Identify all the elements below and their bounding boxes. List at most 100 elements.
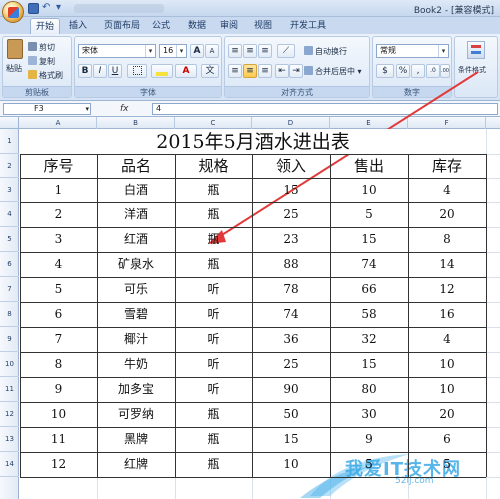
table-cell[interactable]: 听 — [175, 352, 252, 377]
table-cell[interactable]: 5 — [408, 452, 486, 477]
table-header-cell[interactable]: 规格 — [175, 154, 252, 178]
merge-center-button[interactable]: 合并后居中 ▾ — [303, 64, 363, 78]
table-cell[interactable]: 50 — [252, 402, 330, 427]
column-header-a[interactable]: A — [20, 117, 97, 129]
align-top-icon[interactable]: ≡ — [228, 44, 242, 58]
table-cell[interactable]: 11 — [20, 427, 97, 452]
table-cell[interactable]: 10 — [330, 178, 408, 202]
table-cell[interactable]: 30 — [330, 402, 408, 427]
format-painter-button[interactable]: 格式刷 — [27, 68, 64, 82]
grow-font-button[interactable]: A — [190, 44, 204, 58]
align-right-icon[interactable]: ≡ — [258, 64, 272, 78]
table-cell[interactable]: 32 — [330, 327, 408, 352]
row-header-12[interactable]: 12 — [0, 402, 19, 427]
table-cell[interactable]: 14 — [408, 252, 486, 277]
table-cell[interactable]: 15 — [252, 427, 330, 452]
table-cell[interactable]: 66 — [330, 277, 408, 302]
table-cell[interactable]: 5 — [330, 452, 408, 477]
redo-icon[interactable]: ▾ — [56, 3, 67, 14]
column-header-f[interactable]: F — [408, 117, 486, 129]
table-cell[interactable]: 4 — [408, 178, 486, 202]
table-cell[interactable]: 23 — [252, 227, 330, 252]
table-cell[interactable]: 瓶 — [175, 427, 252, 452]
row-header-8[interactable]: 8 — [0, 302, 19, 327]
table-cell[interactable]: 听 — [175, 302, 252, 327]
tab-insert[interactable]: 插入 — [64, 18, 92, 34]
table-cell[interactable]: 16 — [408, 302, 486, 327]
table-cell[interactable]: 矿泉水 — [97, 252, 175, 277]
table-cell[interactable]: 12 — [408, 277, 486, 302]
shrink-font-button[interactable]: A — [205, 44, 219, 58]
table-cell[interactable]: 6 — [20, 302, 97, 327]
bold-button[interactable]: B — [78, 64, 92, 78]
column-header-d[interactable]: D — [252, 117, 330, 129]
font-color-button[interactable]: A — [175, 64, 197, 78]
table-cell[interactable]: 2 — [20, 202, 97, 227]
table-cell[interactable]: 瓶 — [175, 452, 252, 477]
align-center-icon[interactable]: ≡ — [243, 64, 257, 78]
phonetic-button[interactable]: 文 — [201, 64, 219, 78]
currency-button[interactable]: $ — [376, 64, 394, 78]
table-header-cell[interactable]: 序号 — [20, 154, 97, 178]
table-cell[interactable]: 雪碧 — [97, 302, 175, 327]
table-cell[interactable]: 听 — [175, 377, 252, 402]
table-cell[interactable]: 4 — [20, 252, 97, 277]
table-header-cell[interactable]: 库存 — [408, 154, 486, 178]
increase-decimal-button[interactable]: .0 — [426, 64, 440, 78]
tab-page-layout[interactable]: 页面布局 — [98, 18, 146, 34]
table-cell[interactable]: 可罗纳 — [97, 402, 175, 427]
table-cell[interactable]: 90 — [252, 377, 330, 402]
align-left-icon[interactable]: ≡ — [228, 64, 242, 78]
table-cell[interactable]: 36 — [252, 327, 330, 352]
table-cell[interactable]: 80 — [330, 377, 408, 402]
table-cell[interactable]: 9 — [330, 427, 408, 452]
table-cell[interactable]: 瓶 — [175, 402, 252, 427]
table-cell[interactable]: 8 — [20, 352, 97, 377]
table-header-cell[interactable]: 品名 — [97, 154, 175, 178]
table-header-cell[interactable]: 领入 — [252, 154, 330, 178]
borders-button[interactable] — [127, 64, 147, 78]
italic-button[interactable]: I — [93, 64, 107, 78]
column-header-c[interactable]: C — [175, 117, 252, 129]
table-cell[interactable]: 白酒 — [97, 178, 175, 202]
table-cell[interactable]: 牛奶 — [97, 352, 175, 377]
row-header-1[interactable]: 1 — [0, 129, 19, 154]
table-cell[interactable]: 78 — [252, 277, 330, 302]
office-button[interactable] — [2, 1, 24, 23]
table-cell[interactable]: 椰汁 — [97, 327, 175, 352]
table-cell[interactable]: 可乐 — [97, 277, 175, 302]
table-cell[interactable]: 7 — [20, 327, 97, 352]
row-header-7[interactable]: 7 — [0, 277, 19, 302]
conditional-format-button[interactable]: 条件格式 — [457, 63, 487, 77]
font-name-select[interactable]: 宋体 ▾ — [78, 44, 156, 58]
decrease-indent-icon[interactable]: ⇤ — [275, 64, 289, 78]
font-size-select[interactable]: 16 ▾ — [159, 44, 187, 58]
fill-color-button[interactable] — [151, 64, 173, 78]
table-cell[interactable]: 74 — [330, 252, 408, 277]
table-cell[interactable]: 10 — [408, 352, 486, 377]
copy-button[interactable]: 复制 — [27, 54, 56, 68]
cut-button[interactable]: 剪切 — [27, 40, 56, 54]
row-header-6[interactable]: 6 — [0, 252, 19, 277]
table-cell[interactable]: 瓶 — [175, 202, 252, 227]
table-cell[interactable]: 6 — [408, 427, 486, 452]
increase-indent-icon[interactable]: ⇥ — [289, 64, 303, 78]
table-cell[interactable]: 瓶 — [175, 227, 252, 252]
table-cell[interactable]: 9 — [20, 377, 97, 402]
wrap-text-button[interactable]: 自动换行 — [303, 44, 348, 58]
tab-view[interactable]: 视图 — [250, 18, 276, 34]
row-header-2[interactable]: 2 — [0, 154, 19, 178]
table-cell[interactable]: 10 — [252, 452, 330, 477]
table-cell[interactable]: 25 — [252, 202, 330, 227]
column-header-e[interactable]: E — [330, 117, 408, 129]
underline-button[interactable]: U — [108, 64, 122, 78]
row-header-13[interactable]: 13 — [0, 427, 19, 452]
table-cell[interactable]: 74 — [252, 302, 330, 327]
paste-icon[interactable] — [7, 39, 23, 59]
table-cell[interactable]: 12 — [20, 452, 97, 477]
row-header-4[interactable]: 4 — [0, 202, 19, 227]
table-cell[interactable]: 1 — [20, 178, 97, 202]
row-header-3[interactable]: 3 — [0, 178, 19, 202]
sheet-grid[interactable]: 2015年5月酒水进出表 序号 品名 规格 领入 售出 库存 1 白酒瓶 15 10 4 2 洋酒瓶 25… — [20, 129, 500, 499]
table-cell[interactable]: 20 — [408, 202, 486, 227]
